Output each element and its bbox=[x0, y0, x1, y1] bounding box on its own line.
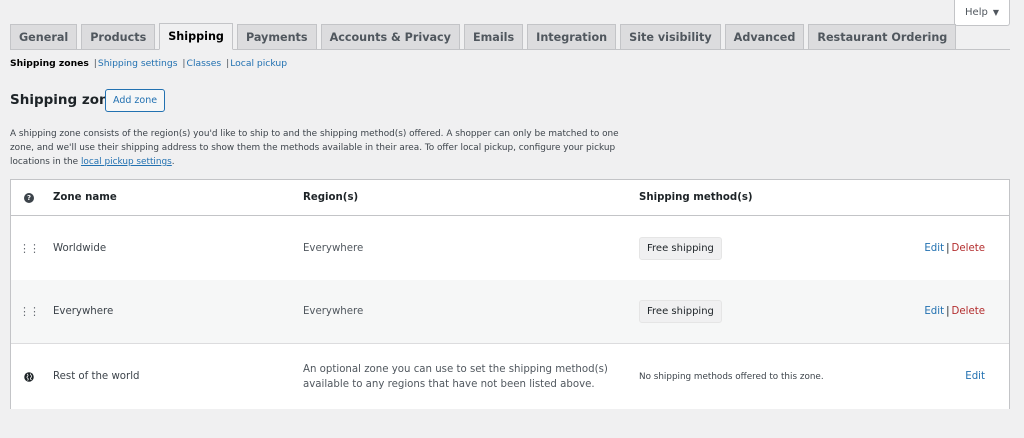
zone-actions: Edit | Delete bbox=[924, 216, 985, 280]
tab-payments[interactable]: Payments bbox=[236, 24, 317, 49]
delete-link[interactable]: Delete bbox=[952, 306, 985, 317]
subnav-shipping-settings[interactable]: Shipping settings bbox=[98, 58, 178, 69]
local-pickup-settings-link[interactable]: local pickup settings bbox=[81, 157, 172, 167]
zone-region: An optional zone you can use to set the … bbox=[303, 363, 608, 390]
table-row-rest-of-world: Rest of the world An optional zone you c… bbox=[11, 344, 1009, 409]
help-label: Help bbox=[965, 7, 988, 18]
help-tip-icon[interactable]: ? bbox=[21, 180, 37, 215]
shipping-zones-table: ? Zone name Region(s) Shipping method(s)… bbox=[10, 179, 1010, 409]
tab-general[interactable]: General bbox=[10, 24, 78, 49]
tab-restaurant-ordering[interactable]: Restaurant Ordering bbox=[808, 24, 957, 49]
action-separator: | bbox=[946, 242, 950, 254]
shipping-subnav: Shipping zones |Shipping settings |Class… bbox=[10, 58, 287, 69]
column-zone-name: Zone name bbox=[53, 192, 117, 203]
zone-name: Rest of the world bbox=[53, 371, 140, 382]
tab-integration[interactable]: Integration bbox=[527, 24, 617, 49]
tab-advanced[interactable]: Advanced bbox=[724, 24, 805, 49]
zone-actions: Edit | Delete bbox=[924, 280, 985, 343]
drag-handle-icon: ⋮⋮ bbox=[19, 305, 40, 318]
table-row: ⋮⋮ Worldwide Everywhere Free shipping Ed… bbox=[11, 216, 1009, 280]
column-regions: Region(s) bbox=[303, 192, 359, 203]
action-separator: | bbox=[946, 306, 950, 317]
settings-tabs: General Products Shipping Payments Accou… bbox=[10, 23, 1010, 50]
no-methods-text: No shipping methods offered to this zone… bbox=[639, 371, 824, 382]
shipping-method-badge: Free shipping bbox=[639, 300, 722, 323]
tab-emails[interactable]: Emails bbox=[463, 24, 524, 49]
table-row: ⋮⋮ Everywhere Everywhere Free shipping E… bbox=[11, 280, 1009, 344]
edit-link[interactable]: Edit bbox=[924, 306, 944, 317]
subnav-classes[interactable]: Classes bbox=[187, 58, 222, 69]
zone-actions: Edit bbox=[965, 344, 985, 409]
question-mark-icon: ? bbox=[24, 192, 34, 203]
drag-handle[interactable]: ⋮⋮ bbox=[19, 216, 40, 280]
add-zone-button[interactable]: Add zone bbox=[105, 89, 166, 112]
zone-methods: Free shipping bbox=[639, 216, 722, 280]
globe-icon-svg bbox=[24, 371, 34, 382]
zone-region: Everywhere bbox=[303, 242, 364, 254]
zone-methods: Free shipping bbox=[639, 280, 722, 343]
edit-link[interactable]: Edit bbox=[965, 371, 985, 382]
tab-products[interactable]: Products bbox=[81, 24, 156, 49]
globe-icon bbox=[21, 344, 37, 409]
tab-site-visibility[interactable]: Site visibility bbox=[620, 24, 721, 49]
tab-shipping[interactable]: Shipping bbox=[159, 23, 233, 50]
drag-handle[interactable]: ⋮⋮ bbox=[19, 280, 40, 343]
zone-region: Everywhere bbox=[303, 306, 364, 317]
help-button[interactable]: Help ▼ bbox=[954, 0, 1010, 26]
subnav-shipping-zones[interactable]: Shipping zones bbox=[10, 58, 89, 69]
shipping-method-badge: Free shipping bbox=[639, 236, 722, 260]
zone-name: Worldwide bbox=[53, 242, 107, 254]
edit-link[interactable]: Edit bbox=[924, 243, 944, 254]
table-header: ? Zone name Region(s) Shipping method(s) bbox=[11, 180, 1009, 216]
description-end: . bbox=[171, 157, 175, 167]
zones-description: A shipping zone consists of the region(s… bbox=[10, 127, 620, 169]
drag-handle-icon: ⋮⋮ bbox=[19, 241, 40, 255]
delete-link[interactable]: Delete bbox=[952, 243, 985, 254]
subnav-local-pickup[interactable]: Local pickup bbox=[230, 58, 287, 69]
caret-down-icon: ▼ bbox=[992, 8, 999, 17]
zone-methods: No shipping methods offered to this zone… bbox=[639, 344, 824, 409]
tab-accounts-privacy[interactable]: Accounts & Privacy bbox=[320, 24, 460, 49]
zone-name: Everywhere bbox=[53, 306, 114, 317]
column-shipping-methods: Shipping method(s) bbox=[639, 192, 753, 203]
